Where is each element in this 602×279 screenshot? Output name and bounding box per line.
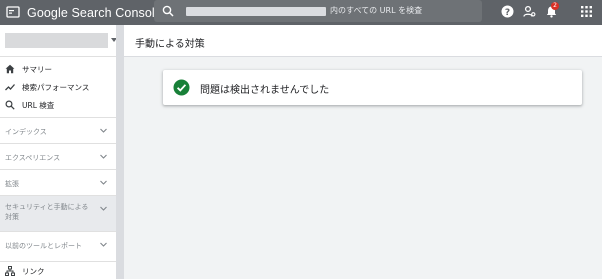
sidebar-section-label: インデックス — [5, 128, 47, 136]
sidebar-divider — [0, 56, 116, 57]
sidebar-item-label: 検索パフォーマンス — [22, 83, 90, 92]
svg-text:?: ? — [505, 8, 510, 18]
search-console-logo-icon — [6, 6, 20, 18]
status-card: 問題は検出されませんでした — [163, 70, 582, 105]
sidebar-section-enhancements[interactable]: 拡張 — [0, 169, 116, 195]
sidebar-section-label: セキュリティと手動による対策 — [5, 203, 89, 221]
property-url-redacted — [186, 7, 326, 16]
sidebar-section-legacy-tools[interactable]: 以前のツールとレポート — [0, 231, 116, 257]
page-title: 手動による対策 — [135, 39, 205, 50]
notification-count-badge: 2 — [551, 2, 559, 10]
sidebar: サマリー 検索パフォーマンス URL 検査 インデックス エクスペリエンス 拡張… — [0, 25, 124, 279]
chevron-down-icon — [100, 242, 107, 247]
chevron-down-icon — [100, 206, 107, 211]
sidebar-item-label: サマリー — [22, 65, 52, 74]
links-icon — [5, 266, 15, 276]
chevron-down-icon — [100, 128, 107, 133]
sidebar-section-label: 拡張 — [5, 180, 19, 188]
app-title[interactable]: Google Search Console — [27, 6, 162, 20]
search-icon — [5, 100, 15, 110]
sidebar-item-label: URL 検査 — [22, 101, 55, 110]
sidebar-section-label: 以前のツールとレポート — [5, 242, 82, 250]
account-settings-icon[interactable] — [523, 5, 536, 18]
chevron-down-icon — [100, 154, 107, 159]
sidebar-item-url-inspection[interactable]: URL 検査 — [0, 96, 116, 114]
top-app-bar: Google Search Console 内のすべての URL を検査 ? 2 — [0, 0, 602, 25]
search-icon[interactable] — [162, 5, 174, 17]
sidebar-scrollbar[interactable] — [116, 25, 124, 279]
home-icon — [5, 64, 15, 74]
check-circle-icon — [173, 79, 190, 96]
sidebar-section-index[interactable]: インデックス — [0, 117, 116, 143]
chevron-down-icon — [100, 180, 107, 185]
trend-icon — [5, 84, 15, 91]
sidebar-item-links[interactable]: リンク — [0, 261, 116, 279]
search-placeholder: 内のすべての URL を検査 — [330, 6, 423, 15]
property-selector-redacted[interactable] — [5, 33, 108, 48]
sidebar-item-summary[interactable]: サマリー — [0, 60, 116, 78]
sidebar-section-security-manual-actions[interactable]: セキュリティと手動による対策 — [0, 195, 116, 231]
sidebar-section-experience[interactable]: エクスペリエンス — [0, 143, 116, 169]
sidebar-item-performance[interactable]: 検索パフォーマンス — [0, 78, 116, 96]
sidebar-item-label: リンク — [22, 267, 45, 276]
url-inspection-search[interactable]: 内のすべての URL を検査 — [154, 0, 482, 22]
status-message: 問題は検出されませんでした — [200, 85, 330, 96]
apps-grid-icon[interactable] — [580, 5, 593, 18]
page-header: 手動による対策 — [124, 25, 602, 57]
help-icon[interactable]: ? — [501, 5, 514, 18]
sidebar-section-label: エクスペリエンス — [5, 154, 61, 162]
